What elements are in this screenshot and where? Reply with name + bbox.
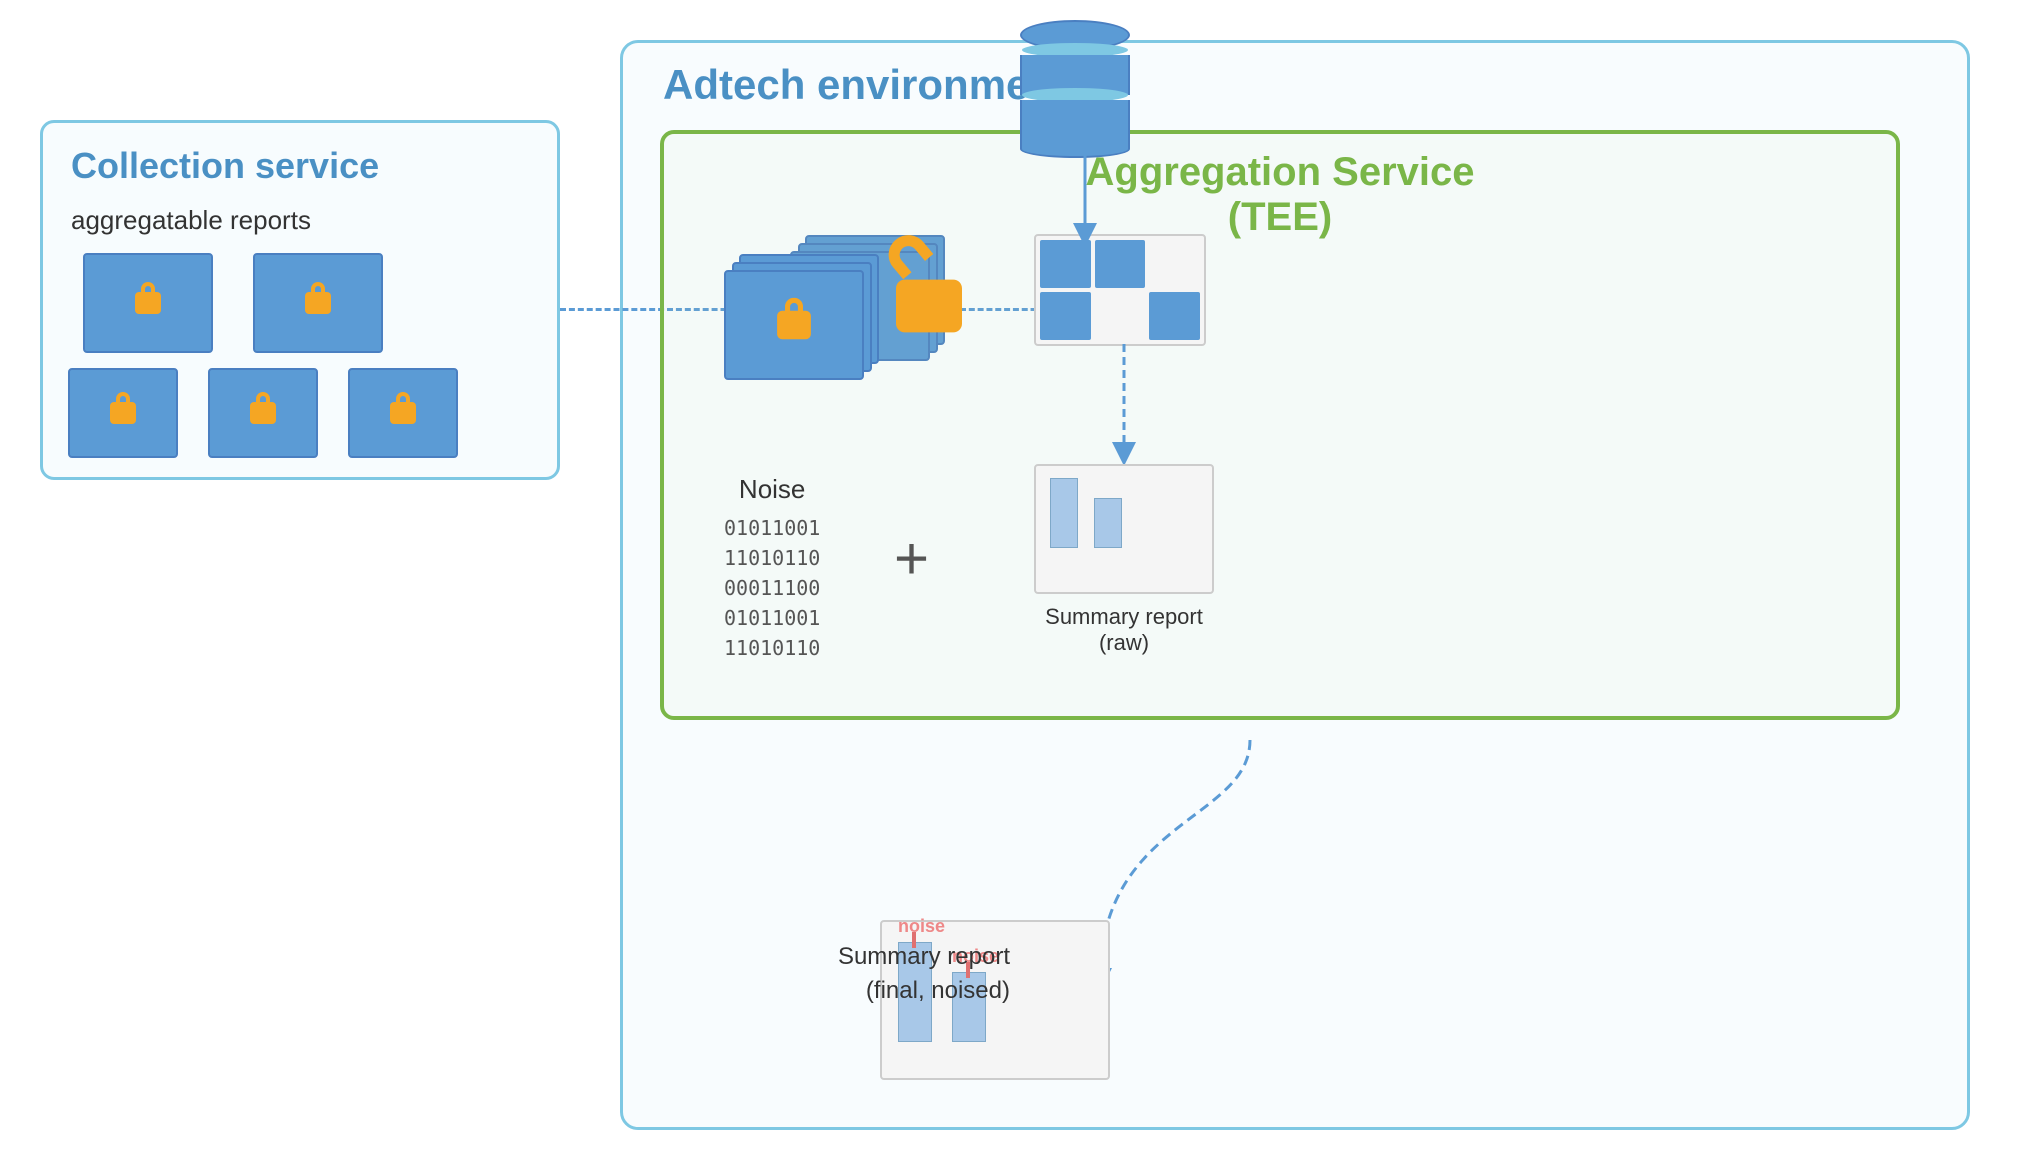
noise-section: Noise 01011001 11010110 00011100 0101100… xyxy=(724,474,820,663)
collection-service-sublabel: aggregatable reports xyxy=(71,205,311,236)
plus-sign: + xyxy=(894,524,929,593)
arrow-grid-to-summary xyxy=(1104,344,1144,464)
report-card-4 xyxy=(208,368,318,458)
summary-final-label: Summary report (final, noised) xyxy=(750,940,1010,1007)
database-icon xyxy=(1020,20,1130,158)
arrow-db-down xyxy=(1065,155,1105,245)
open-lock-icon xyxy=(914,264,944,323)
summary-raw-label: Summary report (raw) xyxy=(1014,604,1234,656)
adtech-label: Adtech environment xyxy=(663,61,1069,109)
collection-service-box: Collection service aggregatable reports xyxy=(40,120,560,480)
decoded-data-grid xyxy=(1034,234,1206,346)
summary-report-raw-card xyxy=(1034,464,1214,594)
noise-label: Noise xyxy=(724,474,820,505)
curved-arrow-final xyxy=(1050,720,1550,1000)
noise-label-1: noise xyxy=(898,916,945,937)
noise-binary: 01011001 11010110 00011100 01011001 1101… xyxy=(724,513,820,663)
report-card-2 xyxy=(253,253,383,353)
tee-doc-front xyxy=(724,270,864,380)
aggregation-service-label: Aggregation Service (TEE) xyxy=(1085,150,1474,240)
report-card-1 xyxy=(83,253,213,353)
main-diagram: Adtech environment Collection service ag… xyxy=(0,0,2032,1160)
aggregation-service-box: Aggregation Service (TEE) xyxy=(660,130,1900,720)
collection-service-label: Collection service xyxy=(71,145,379,187)
report-card-3 xyxy=(68,368,178,458)
report-card-5 xyxy=(348,368,458,458)
tee-input-docs xyxy=(724,254,864,364)
